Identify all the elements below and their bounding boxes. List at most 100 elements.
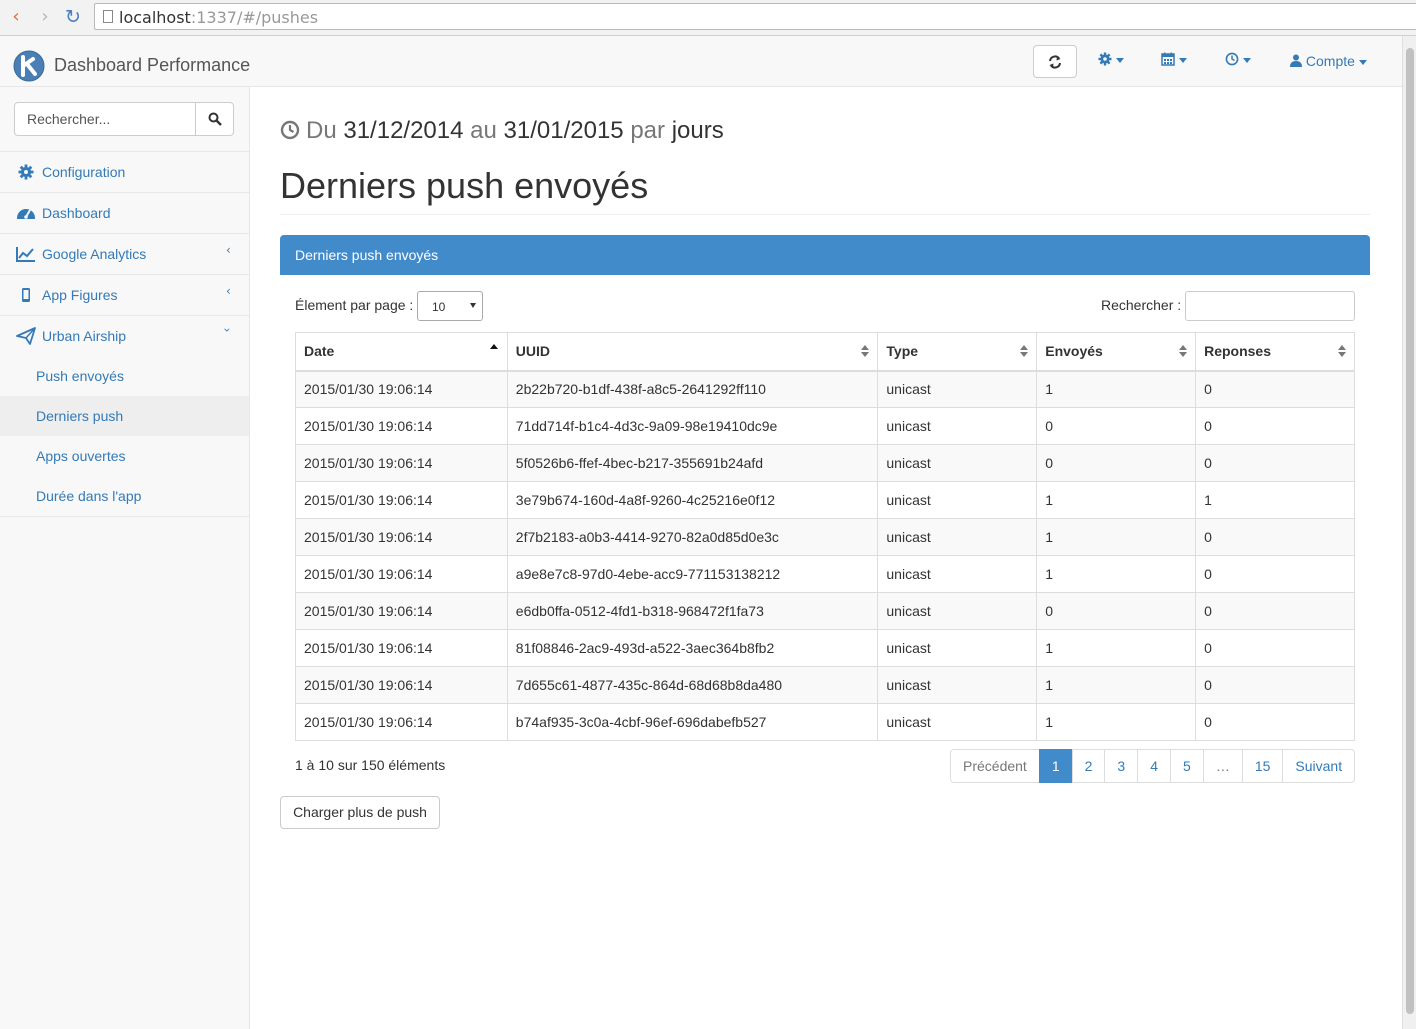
sidebar-subitem-duree-app[interactable]: Durée dans l'app <box>0 476 249 516</box>
date-range-header: Du 31/12/2014 au 31/01/2015 par jours <box>280 117 724 145</box>
page-length-label: Élement par page : <box>295 297 414 313</box>
sidebar-item-label: Google Analytics <box>42 246 147 262</box>
dashboard-icon <box>17 209 35 219</box>
refresh-icon <box>1049 55 1061 69</box>
clock-icon <box>280 120 300 140</box>
url-path: :1337/#/pushes <box>190 8 319 27</box>
cell-envoyes: 1 <box>1036 629 1197 667</box>
table-row: 2015/01/30 19:06:14 7d655c61-4877-435c-86… <box>295 666 1355 704</box>
column-label: UUID <box>515 343 551 360</box>
cell-date: 2015/01/30 19:06:14 <box>295 703 508 741</box>
settings-dropdown[interactable] <box>1098 52 1124 68</box>
period-prefix: par <box>630 117 666 144</box>
cell-envoyes: 0 <box>1036 407 1197 445</box>
gear-icon <box>18 164 34 180</box>
period-unit: jours <box>671 117 724 144</box>
panel-heading: Derniers push envoyés <box>280 235 1370 275</box>
brand-title[interactable]: Dashboard Performance <box>54 55 250 76</box>
url-host: localhost <box>119 8 191 27</box>
chevron-down-icon: ‹ <box>219 327 234 333</box>
sort-icon <box>861 345 870 359</box>
user-icon <box>1290 54 1302 67</box>
column-header-reponses[interactable]: Reponses <box>1195 332 1355 372</box>
load-more-button[interactable]: Charger plus de push <box>280 796 440 829</box>
back-icon[interactable]: ‹ <box>5 6 27 28</box>
sidebar-subitem-label: Derniers push <box>36 408 124 424</box>
column-header-envoyes[interactable]: Envoyés <box>1036 332 1197 372</box>
sidebar-item-configuration[interactable]: Configuration <box>0 152 249 192</box>
search-input[interactable] <box>14 102 196 136</box>
sidebar-subitem-derniers-push[interactable]: Derniers push <box>0 396 249 436</box>
page-length-select[interactable]: 10 <box>417 291 483 321</box>
search-button[interactable] <box>195 102 234 136</box>
page-button-5[interactable]: 5 <box>1170 749 1204 783</box>
previous-page-button[interactable]: Précédent <box>950 749 1040 783</box>
cell-envoyes: 0 <box>1036 592 1197 630</box>
cell-uuid: e6db0ffa-0512-4fd1-b318-968472f1fa73 <box>506 592 879 630</box>
table-search-label: Rechercher : <box>1101 297 1182 313</box>
sidebar-subitem-push-envoyes[interactable]: Push envoyés <box>0 356 249 396</box>
table-row: 2015/01/30 19:06:14 b74af935-3c0a-4cbf-96… <box>295 703 1355 741</box>
sidebar-item-google-analytics[interactable]: Google Analytics ‹ <box>0 234 249 274</box>
cell-reponses: 0 <box>1195 518 1355 556</box>
cell-reponses: 0 <box>1195 444 1355 482</box>
reload-icon[interactable]: ↻ <box>62 6 84 28</box>
search-icon <box>208 112 222 126</box>
sidebar-item-app-figures[interactable]: App Figures ‹ <box>0 275 249 315</box>
forward-icon[interactable]: › <box>34 6 56 28</box>
sidebar: Configuration Dashboard Google Analytics… <box>0 87 250 1029</box>
cell-type: unicast <box>877 370 1038 408</box>
column-header-uuid[interactable]: UUID <box>506 332 879 372</box>
page-ellipsis: … <box>1202 749 1243 783</box>
cell-reponses: 1 <box>1195 481 1355 519</box>
cell-date: 2015/01/30 19:06:14 <box>295 407 508 445</box>
chevron-left-icon: ‹ <box>226 243 231 257</box>
divider <box>0 516 249 517</box>
date-from: 31/12/2014 <box>343 117 464 144</box>
title-divider <box>280 214 1370 215</box>
page-button-4[interactable]: 4 <box>1137 749 1172 783</box>
cell-uuid: 7d655c61-4877-435c-864d-68d68b8da480 <box>506 666 879 704</box>
chevron-down-icon <box>1116 57 1124 63</box>
column-header-date[interactable]: Date <box>295 332 508 372</box>
pagination: Précédent 1 2 3 4 5 … 15 Suivant <box>950 749 1356 783</box>
cell-envoyes: 1 <box>1036 481 1197 519</box>
table-row: 2015/01/30 19:06:14 2f7b2183-a0b3-4414-92… <box>295 518 1355 556</box>
gear-icon <box>1098 52 1112 66</box>
account-dropdown[interactable]: Compte <box>1290 53 1367 69</box>
period-dropdown[interactable] <box>1225 52 1251 68</box>
top-navbar: Dashboard Performance Compte <box>0 36 1402 87</box>
table-search-input[interactable] <box>1185 291 1355 321</box>
sidebar-item-urban-airship[interactable]: Urban Airship ‹ <box>0 316 249 356</box>
sidebar-item-label: Configuration <box>42 164 126 180</box>
next-page-button[interactable]: Suivant <box>1282 749 1356 783</box>
table-header-row: Date UUID Type Envoyés Reponses <box>295 332 1355 372</box>
refresh-button[interactable] <box>1033 45 1077 78</box>
cell-uuid: 3e79b674-160d-4a8f-9260-4c25216e0f12 <box>506 481 879 519</box>
page-button-1[interactable]: 1 <box>1038 749 1073 783</box>
cell-type: unicast <box>877 703 1038 741</box>
chevron-down-icon <box>1358 59 1367 65</box>
address-bar[interactable]: localhost:1337/#/pushes <box>94 3 1416 30</box>
sidebar-subitem-apps-ouvertes[interactable]: Apps ouvertes <box>0 436 249 476</box>
cell-date: 2015/01/30 19:06:14 <box>295 370 508 408</box>
column-header-type[interactable]: Type <box>877 332 1038 372</box>
table-row: 2015/01/30 19:06:14 e6db0ffa-0512-4fd1-b3… <box>295 592 1355 630</box>
brand-logo-icon[interactable] <box>13 50 45 82</box>
scrollbar-thumb[interactable] <box>1406 48 1414 1014</box>
paper-plane-icon <box>16 327 36 345</box>
cell-reponses: 0 <box>1195 629 1355 667</box>
cell-envoyes: 1 <box>1036 703 1197 741</box>
calendar-dropdown[interactable] <box>1161 52 1187 68</box>
cell-uuid: 2b22b720-b1df-438f-a8c5-2641292ff110 <box>506 370 879 408</box>
page-scrollbar[interactable] <box>1402 36 1416 1029</box>
cell-uuid: 5f0526b6-ffef-4bec-b217-355691b24afd <box>506 444 879 482</box>
panel-title: Derniers push envoyés <box>295 247 439 263</box>
cell-date: 2015/01/30 19:06:14 <box>295 555 508 593</box>
sidebar-search <box>14 102 234 136</box>
page-button-3[interactable]: 3 <box>1104 749 1139 783</box>
table-row: 2015/01/30 19:06:14 71dd714f-b1c4-4d3c-9a… <box>295 407 1355 445</box>
page-button-15[interactable]: 15 <box>1241 749 1284 783</box>
page-button-2[interactable]: 2 <box>1071 749 1106 783</box>
sidebar-item-dashboard[interactable]: Dashboard <box>0 193 249 233</box>
